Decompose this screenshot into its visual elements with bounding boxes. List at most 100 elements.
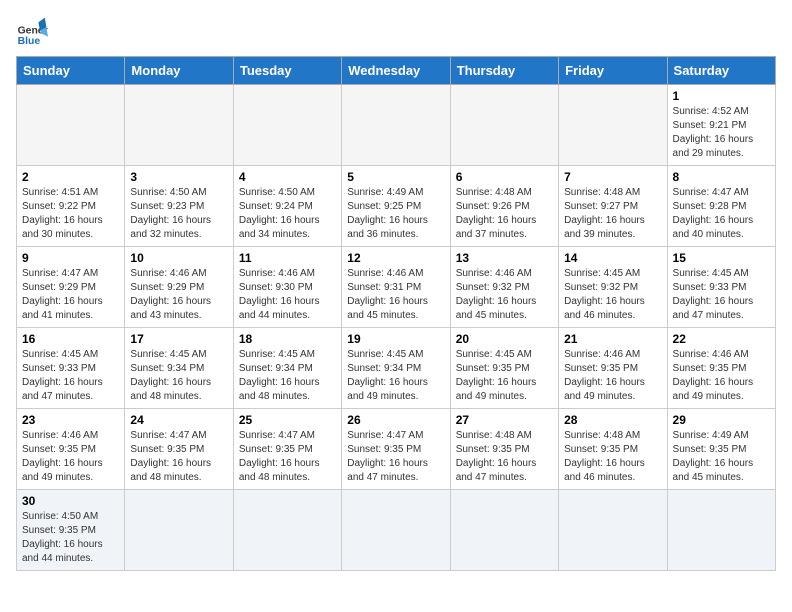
day-info: Sunrise: 4:46 AM Sunset: 9:30 PM Dayligh…	[239, 267, 336, 323]
day-number: 28	[564, 413, 661, 427]
day-info: Sunrise: 4:50 AM Sunset: 9:24 PM Dayligh…	[239, 186, 336, 242]
calendar-cell	[17, 85, 125, 166]
day-number: 19	[347, 332, 444, 346]
calendar-cell: 6 Sunrise: 4:48 AM Sunset: 9:26 PM Daylig…	[450, 166, 558, 247]
day-number: 5	[347, 170, 444, 184]
calendar-cell	[342, 85, 450, 166]
day-info: Sunrise: 4:49 AM Sunset: 9:35 PM Dayligh…	[673, 429, 770, 485]
calendar-cell: 29Sunrise: 4:49 AM Sunset: 9:35 PM Dayli…	[667, 409, 775, 490]
day-info: Sunrise: 4:46 AM Sunset: 9:31 PM Dayligh…	[347, 267, 444, 323]
day-info: Sunrise: 4:52 AM Sunset: 9:21 PM Dayligh…	[673, 105, 770, 161]
calendar-cell: 7 Sunrise: 4:48 AM Sunset: 9:27 PM Daylig…	[559, 166, 667, 247]
weekday-header-thursday: Thursday	[450, 57, 558, 85]
calendar-cell: 5 Sunrise: 4:49 AM Sunset: 9:25 PM Daylig…	[342, 166, 450, 247]
weekday-header-friday: Friday	[559, 57, 667, 85]
calendar-cell: 4 Sunrise: 4:50 AM Sunset: 9:24 PM Daylig…	[233, 166, 341, 247]
calendar-cell: 18 Sunrise: 4:45 AM Sunset: 9:34 PM Dayli…	[233, 328, 341, 409]
day-number: 15	[673, 251, 770, 265]
calendar-cell: 11 Sunrise: 4:46 AM Sunset: 9:30 PM Dayli…	[233, 247, 341, 328]
calendar-cell	[450, 490, 558, 571]
day-number: 26	[347, 413, 444, 427]
day-number: 23	[22, 413, 119, 427]
day-info: Sunrise: 4:48 AM Sunset: 9:35 PM Dayligh…	[456, 429, 553, 485]
day-info: Sunrise: 4:45 AM Sunset: 9:35 PM Dayligh…	[456, 348, 553, 404]
day-number: 24	[130, 413, 227, 427]
weekday-header-sunday: Sunday	[17, 57, 125, 85]
day-number: 17	[130, 332, 227, 346]
day-info: Sunrise: 4:48 AM Sunset: 9:35 PM Dayligh…	[564, 429, 661, 485]
calendar-table: SundayMondayTuesdayWednesdayThursdayFrid…	[16, 56, 776, 571]
day-number: 20	[456, 332, 553, 346]
day-info: Sunrise: 4:48 AM Sunset: 9:26 PM Dayligh…	[456, 186, 553, 242]
day-info: Sunrise: 4:46 AM Sunset: 9:35 PM Dayligh…	[22, 429, 119, 485]
calendar-cell: 14 Sunrise: 4:45 AM Sunset: 9:32 PM Dayli…	[559, 247, 667, 328]
logo-icon: General Blue	[16, 16, 48, 48]
day-number: 9	[22, 251, 119, 265]
calendar-week-row: 23 Sunrise: 4:46 AM Sunset: 9:35 PM Dayli…	[17, 409, 776, 490]
day-number: 14	[564, 251, 661, 265]
day-info: Sunrise: 4:51 AM Sunset: 9:22 PM Dayligh…	[22, 186, 119, 242]
calendar-cell: 1 Sunrise: 4:52 AM Sunset: 9:21 PM Daylig…	[667, 85, 775, 166]
weekday-header-row: SundayMondayTuesdayWednesdayThursdayFrid…	[17, 57, 776, 85]
day-info: Sunrise: 4:47 AM Sunset: 9:35 PM Dayligh…	[347, 429, 444, 485]
calendar-cell: 16Sunrise: 4:45 AM Sunset: 9:33 PM Dayli…	[17, 328, 125, 409]
calendar-cell: 15Sunrise: 4:45 AM Sunset: 9:33 PM Dayli…	[667, 247, 775, 328]
calendar-cell	[125, 490, 233, 571]
calendar-cell: 17 Sunrise: 4:45 AM Sunset: 9:34 PM Dayli…	[125, 328, 233, 409]
weekday-header-saturday: Saturday	[667, 57, 775, 85]
calendar-cell: 2 Sunrise: 4:51 AM Sunset: 9:22 PM Daylig…	[17, 166, 125, 247]
calendar-week-row: 30 Sunrise: 4:50 AM Sunset: 9:35 PM Dayli…	[17, 490, 776, 571]
day-number: 7	[564, 170, 661, 184]
calendar-cell: 23 Sunrise: 4:46 AM Sunset: 9:35 PM Dayli…	[17, 409, 125, 490]
calendar-cell: 27Sunrise: 4:48 AM Sunset: 9:35 PM Dayli…	[450, 409, 558, 490]
calendar-cell: 13Sunrise: 4:46 AM Sunset: 9:32 PM Dayli…	[450, 247, 558, 328]
day-info: Sunrise: 4:46 AM Sunset: 9:35 PM Dayligh…	[673, 348, 770, 404]
day-number: 22	[673, 332, 770, 346]
weekday-header-monday: Monday	[125, 57, 233, 85]
calendar-cell	[667, 490, 775, 571]
day-info: Sunrise: 4:45 AM Sunset: 9:32 PM Dayligh…	[564, 267, 661, 323]
calendar-cell: 10 Sunrise: 4:46 AM Sunset: 9:29 PM Dayli…	[125, 247, 233, 328]
day-info: Sunrise: 4:45 AM Sunset: 9:34 PM Dayligh…	[239, 348, 336, 404]
calendar-cell: 19 Sunrise: 4:45 AM Sunset: 9:34 PM Dayli…	[342, 328, 450, 409]
day-info: Sunrise: 4:47 AM Sunset: 9:28 PM Dayligh…	[673, 186, 770, 242]
day-number: 3	[130, 170, 227, 184]
calendar-cell: 9 Sunrise: 4:47 AM Sunset: 9:29 PM Daylig…	[17, 247, 125, 328]
calendar-cell: 21Sunrise: 4:46 AM Sunset: 9:35 PM Dayli…	[559, 328, 667, 409]
day-number: 1	[673, 89, 770, 103]
calendar-cell: 12 Sunrise: 4:46 AM Sunset: 9:31 PM Dayli…	[342, 247, 450, 328]
day-number: 12	[347, 251, 444, 265]
day-number: 13	[456, 251, 553, 265]
calendar-cell: 24Sunrise: 4:47 AM Sunset: 9:35 PM Dayli…	[125, 409, 233, 490]
calendar-cell: 8Sunrise: 4:47 AM Sunset: 9:28 PM Daylig…	[667, 166, 775, 247]
calendar-cell	[125, 85, 233, 166]
day-number: 18	[239, 332, 336, 346]
day-info: Sunrise: 4:47 AM Sunset: 9:29 PM Dayligh…	[22, 267, 119, 323]
day-number: 25	[239, 413, 336, 427]
calendar-cell: 30 Sunrise: 4:50 AM Sunset: 9:35 PM Dayli…	[17, 490, 125, 571]
calendar-cell	[450, 85, 558, 166]
calendar-cell: 28 Sunrise: 4:48 AM Sunset: 9:35 PM Dayli…	[559, 409, 667, 490]
day-number: 30	[22, 494, 119, 508]
day-info: Sunrise: 4:45 AM Sunset: 9:34 PM Dayligh…	[130, 348, 227, 404]
calendar-cell	[559, 85, 667, 166]
day-number: 4	[239, 170, 336, 184]
calendar-cell	[342, 490, 450, 571]
calendar-cell: 26 Sunrise: 4:47 AM Sunset: 9:35 PM Dayli…	[342, 409, 450, 490]
weekday-header-wednesday: Wednesday	[342, 57, 450, 85]
day-number: 6	[456, 170, 553, 184]
day-info: Sunrise: 4:46 AM Sunset: 9:29 PM Dayligh…	[130, 267, 227, 323]
calendar-week-row: 16Sunrise: 4:45 AM Sunset: 9:33 PM Dayli…	[17, 328, 776, 409]
day-number: 10	[130, 251, 227, 265]
calendar-cell	[233, 490, 341, 571]
day-info: Sunrise: 4:47 AM Sunset: 9:35 PM Dayligh…	[239, 429, 336, 485]
calendar-week-row: 9 Sunrise: 4:47 AM Sunset: 9:29 PM Daylig…	[17, 247, 776, 328]
day-info: Sunrise: 4:50 AM Sunset: 9:35 PM Dayligh…	[22, 510, 119, 566]
day-info: Sunrise: 4:49 AM Sunset: 9:25 PM Dayligh…	[347, 186, 444, 242]
day-number: 2	[22, 170, 119, 184]
day-number: 11	[239, 251, 336, 265]
day-info: Sunrise: 4:46 AM Sunset: 9:35 PM Dayligh…	[564, 348, 661, 404]
day-info: Sunrise: 4:45 AM Sunset: 9:34 PM Dayligh…	[347, 348, 444, 404]
calendar-week-row: 1 Sunrise: 4:52 AM Sunset: 9:21 PM Daylig…	[17, 85, 776, 166]
day-info: Sunrise: 4:48 AM Sunset: 9:27 PM Dayligh…	[564, 186, 661, 242]
